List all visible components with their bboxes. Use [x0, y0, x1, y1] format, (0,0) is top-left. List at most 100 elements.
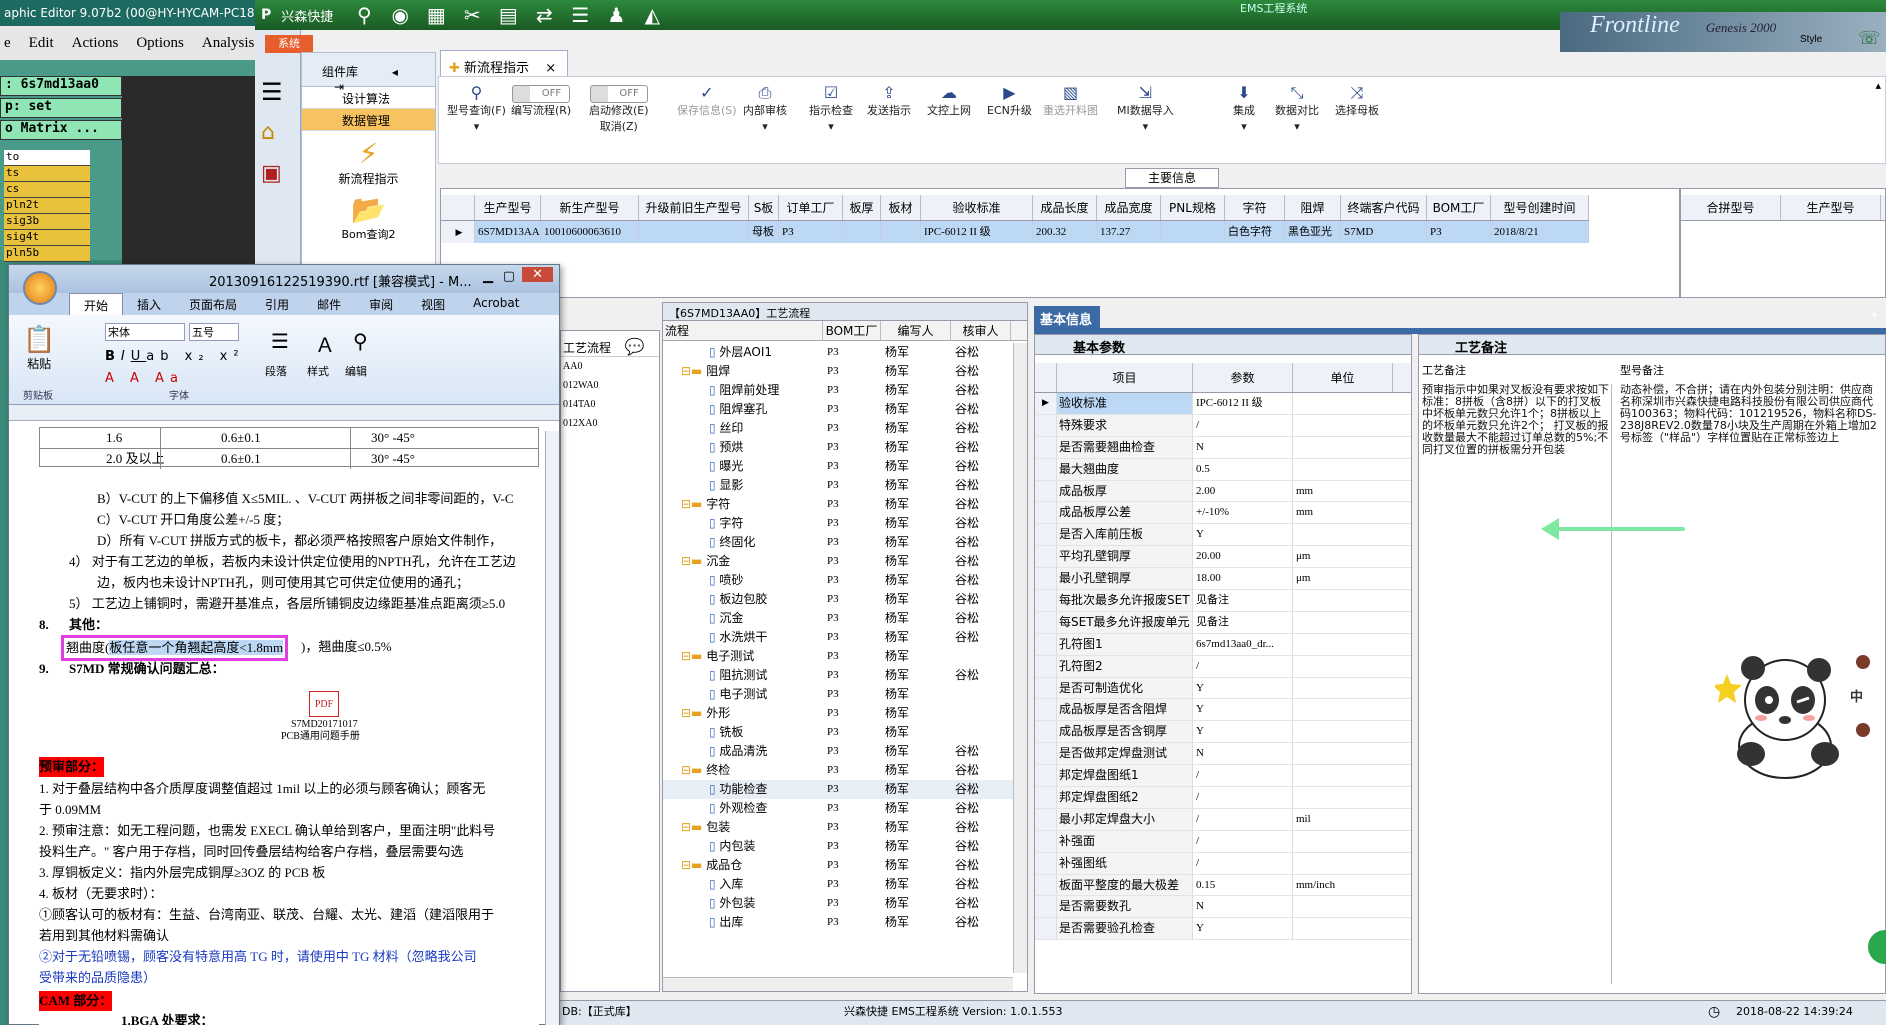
layer-item[interactable]: sig4t — [4, 230, 90, 246]
tree-row[interactable]: ⊟▬ 成品仓 P3 杨军 谷松 — [663, 856, 1013, 875]
column-header[interactable]: 板厚 — [843, 195, 881, 220]
column-header[interactable]: 验收标准 — [921, 195, 1033, 220]
tree-row[interactable]: ▯ 外层AOI1 P3 杨军 谷松 — [663, 343, 1013, 362]
table-row[interactable]: ▶ 验收标准 IPC-6012 II 级 — [1035, 393, 1411, 415]
tree-row[interactable]: ▯ 铣板 P3 杨军 — [663, 723, 1013, 742]
collapse-icon[interactable]: ◂ — [392, 65, 398, 79]
tree-row[interactable]: ▯ 板边包胶 P3 杨军 谷松 — [663, 590, 1013, 609]
start-edit-toggle[interactable]: OFF 启动修改(E) 取消(Z) — [589, 85, 649, 135]
tab-review[interactable]: 审阅 — [355, 293, 407, 315]
column-header[interactable]: 项目 — [1057, 363, 1193, 392]
office-button[interactable] — [23, 271, 57, 305]
table-cell[interactable]: S7MD — [1341, 221, 1427, 243]
select-mother-board-button[interactable]: ⤨ 选择母板 — [1335, 85, 1379, 119]
param-value[interactable]: / — [1193, 655, 1293, 677]
column-header[interactable]: 核审人 — [951, 321, 1011, 340]
dot-icon[interactable] — [1856, 655, 1870, 669]
column-header[interactable]: 终端客户代码 — [1341, 195, 1427, 220]
model-query-button[interactable]: ⚲ 型号查询(F) ▾ — [447, 85, 506, 135]
film-icon[interactable]: ▤ — [495, 4, 521, 26]
close-icon[interactable]: ✕ — [522, 267, 553, 282]
param-value[interactable]: Y — [1193, 699, 1293, 721]
column-header[interactable]: 合拼型号 — [1681, 195, 1781, 220]
tree-row[interactable]: ▯ 预烘 P3 杨军 谷松 — [663, 438, 1013, 457]
column-header[interactable]: 成品长度 — [1033, 195, 1097, 220]
param-value[interactable]: Y — [1193, 721, 1293, 743]
table-row[interactable]: 是否需要数孔 N — [1035, 896, 1411, 919]
table-row[interactable]: 平均孔壁铜厚 20.00 μm — [1035, 546, 1411, 569]
chat-icon[interactable]: 💬 — [625, 337, 645, 356]
tree-row[interactable]: ▯ 显影 P3 杨军 谷松 — [663, 476, 1013, 495]
layer-item[interactable]: ts — [4, 166, 90, 182]
list-icon[interactable]: ☰ — [567, 4, 593, 26]
pdf-icon[interactable]: PDF — [309, 691, 339, 717]
param-value[interactable]: / — [1193, 852, 1293, 874]
table-row[interactable]: ▶ 6S7MD13AA0 10010600063610 母板 P3 IPC-60… — [441, 221, 1589, 243]
tree-row[interactable]: ⊟▬ 字符 P3 杨军 谷松 — [663, 495, 1013, 514]
table-cell[interactable]: P3 — [779, 221, 843, 243]
param-value[interactable]: Y — [1193, 918, 1293, 940]
column-header[interactable]: BOM工厂 — [823, 321, 881, 340]
list-item[interactable]: AA0 — [563, 357, 659, 376]
format-buttons[interactable]: BIUab x₂ x² — [105, 349, 245, 364]
param-value[interactable]: N — [1193, 896, 1293, 918]
table-row[interactable]: 邦定焊盘图纸1/ — [1035, 765, 1411, 788]
list-item[interactable]: 012XA0 — [563, 414, 659, 433]
param-value[interactable]: / — [1193, 414, 1293, 436]
expand-icon[interactable]: ▴ — [1875, 79, 1881, 92]
tree-row[interactable]: ▯ 沉金 P3 杨军 谷松 — [663, 609, 1013, 628]
internal-review-button[interactable]: ⎙ 内部审核 ▾ — [743, 85, 787, 135]
param-value[interactable]: 6s7md13aa0_dr... — [1193, 633, 1293, 655]
craft-notes-text[interactable]: 预审指示中如果对叉板没有要求按如下标准：8拼板（含8拼）以下的打叉板中坏板单元数… — [1422, 384, 1612, 984]
column-header[interactable]: 字符 — [1225, 195, 1285, 220]
styles-icon[interactable]: Ａ — [315, 329, 335, 358]
color-buttons[interactable]: A A Aa — [105, 371, 184, 386]
vertical-scrollbar[interactable] — [545, 431, 559, 1025]
param-value[interactable]: Y — [1193, 677, 1293, 699]
dropdown-icon[interactable]: ▾ — [1872, 310, 1877, 321]
tree-row[interactable]: ▯ 出库 P3 杨军 谷松 — [663, 913, 1013, 932]
tree-row[interactable]: ▯ 阻焊塞孔 P3 杨军 谷松 — [663, 400, 1013, 419]
column-header[interactable]: 生产型号 — [1781, 195, 1881, 220]
tab-insert[interactable]: 插入 — [123, 293, 175, 315]
table-row[interactable]: 是否入库前压板 Y — [1035, 524, 1411, 547]
param-value[interactable]: 见备注 — [1193, 611, 1293, 633]
tree-row[interactable]: ▯ 水洗烘干 P3 杨军 谷松 — [663, 628, 1013, 647]
save-info-button[interactable]: ✓ 保存信息(S) — [677, 85, 737, 119]
tab-view[interactable]: 视图 — [407, 293, 459, 315]
tree-row[interactable]: ⊟▬ 沉金 P3 杨军 谷松 — [663, 552, 1013, 571]
check-instruction-button[interactable]: ☑ 指示检查 ▾ — [809, 85, 853, 135]
table-row[interactable]: 成品板厚是否含铜厚 Y — [1035, 721, 1411, 744]
param-value[interactable]: / — [1193, 765, 1293, 787]
table-cell[interactable]: 200.32 — [1033, 221, 1097, 243]
tree-row[interactable]: ▯ 阻焊前处理 P3 杨军 谷松 — [663, 381, 1013, 400]
column-header[interactable]: PNL规格 — [1161, 195, 1225, 220]
layer-item[interactable]: sig3b — [4, 214, 90, 230]
font-size-select[interactable]: 五号 — [189, 323, 239, 341]
column-header[interactable]: BOM工厂 — [1427, 195, 1491, 220]
tab-home[interactable]: 开始 — [69, 293, 124, 315]
new-flow-button[interactable]: ⚡ 新流程指示 — [302, 131, 435, 187]
font-select[interactable]: 宋体 — [105, 323, 185, 341]
param-value[interactable]: 18.00 — [1193, 568, 1293, 590]
horizontal-scrollbar[interactable] — [663, 977, 1013, 991]
table-row[interactable]: 每SET最多允许报废单元 见备注 — [1035, 611, 1411, 634]
column-header[interactable]: 阻焊 — [1285, 195, 1341, 220]
mi-import-button[interactable]: ⇲ MI数据导入 ▾ — [1117, 85, 1174, 135]
find-icon[interactable]: ⚲ — [353, 329, 368, 353]
column-header[interactable]: 流程 — [663, 321, 823, 340]
tree-row[interactable]: ▯ 入库 P3 杨军 谷松 — [663, 875, 1013, 894]
cam-menu-actions[interactable]: Actions — [72, 35, 119, 52]
column-header[interactable]: 编写人 — [881, 321, 951, 340]
search-icon[interactable]: ⚲ — [351, 4, 377, 26]
vertical-scrollbar[interactable] — [1013, 343, 1027, 973]
paste-button[interactable]: 📋 粘贴 — [23, 325, 55, 372]
table-cell[interactable]: 2018/8/21 — [1491, 221, 1589, 243]
table-cell[interactable]: IPC-6012 II 级 — [921, 221, 1033, 243]
cam-menu-analysis[interactable]: Analysis — [202, 35, 255, 52]
cam-matrix-field[interactable]: o Matrix ... — [0, 120, 122, 140]
table-row[interactable]: 是否做邦定焊盘测试 N — [1035, 743, 1411, 766]
table-row[interactable]: 孔符图1 6s7md13aa0_dr... — [1035, 633, 1411, 656]
param-value[interactable]: N — [1193, 436, 1293, 458]
table-row[interactable]: 成品板厚是否含阻焊 Y — [1035, 699, 1411, 722]
